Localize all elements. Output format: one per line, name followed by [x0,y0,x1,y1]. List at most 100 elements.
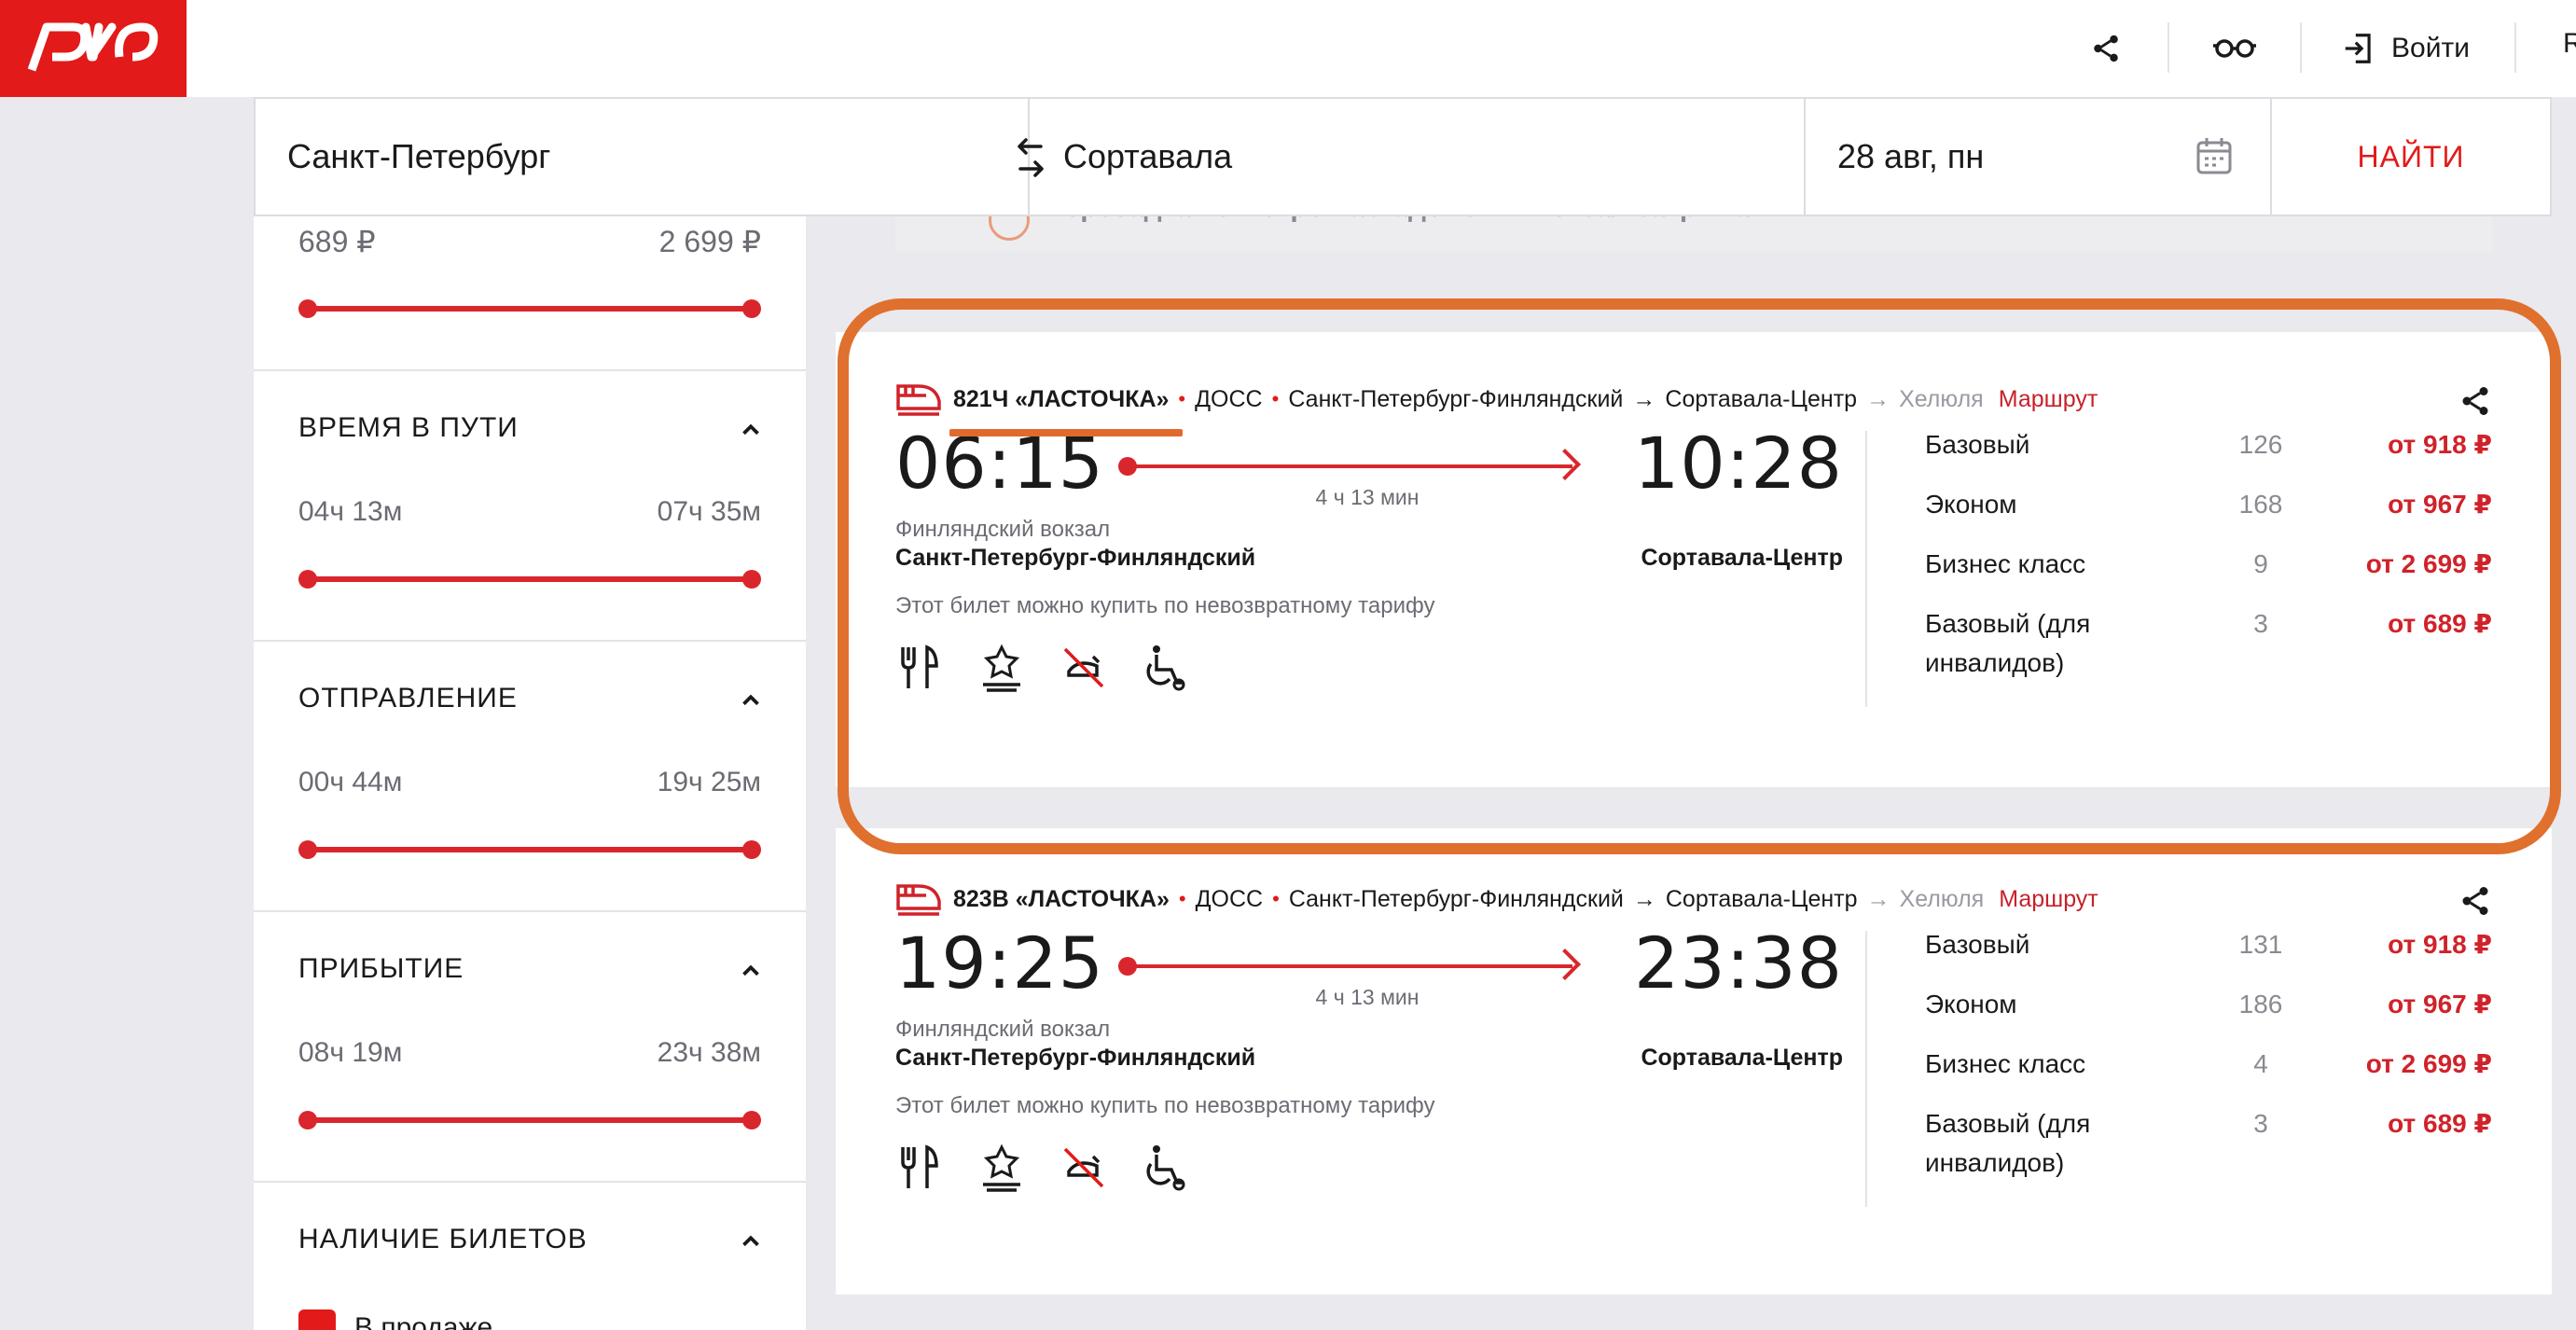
class-row[interactable]: Базовый (для инвалидов) 3 от 689 ₽ [1925,1104,2492,1183]
class-price[interactable]: от 689 ₽ [2289,1104,2492,1143]
login-button[interactable]: Войти [2341,26,2470,71]
arrival-slider[interactable] [298,1111,761,1129]
class-seats: 131 [2238,930,2283,959]
train-card[interactable]: 823В «ЛАСТОЧКА» • ДОСС • Санкт-Петербург… [836,828,2552,1295]
arrival-time: 23:38 [1633,921,1843,1004]
premium-icon[interactable] [977,644,1026,692]
header-divider [2300,22,2302,73]
slider-handle-min[interactable] [298,570,317,589]
range-max: 19ч 25м [657,767,761,797]
class-price[interactable]: от 689 ₽ [2289,604,2492,644]
in-sale-checkbox-row[interactable]: В продаже [298,1309,492,1330]
rzd-logo[interactable] [0,0,187,97]
no-pets-icon[interactable] [1059,644,1108,692]
departure-station: Санкт-Петербург-Финляндский [895,545,1256,571]
slider-handle-min[interactable] [298,1111,317,1129]
notice-text: Пересадка из Метро на Ладожский вокзал з… [1045,216,1750,224]
slider-handle-max[interactable] [742,840,761,859]
train-card[interactable]: 821Ч «ЛАСТОЧКА» • ДОСС • Санкт-Петербург… [836,332,2552,802]
from-field[interactable]: Санкт-Петербург [256,99,1030,215]
class-price[interactable]: от 918 ₽ [2289,925,2492,964]
departure-slider[interactable] [298,840,761,859]
results-list: Пересадка из Метро на Ладожский вокзал з… [836,216,2552,1330]
class-price[interactable]: от 967 ₽ [2289,985,2492,1024]
class-seats: 9 [2253,549,2268,578]
share-icon[interactable] [2458,384,2492,418]
class-name: Бизнес класс [1925,1049,2086,1078]
departure-station: Санкт-Петербург-Финляндский [895,1045,1256,1071]
date-field[interactable]: 28 авг, пн [1806,99,2272,215]
glasses-icon[interactable] [2212,26,2257,71]
wheelchair-icon[interactable] [1142,1143,1190,1192]
class-row[interactable]: Базовый (для инвалидов) 3 от 689 ₽ [1925,604,2492,683]
class-row[interactable]: Эконом 168 от 967 ₽ [1925,485,2492,524]
chevron-up-icon[interactable] [737,686,765,714]
price-range-values: 689 ₽ 2 699 ₽ [298,224,761,259]
class-seats: 3 [2253,1109,2268,1138]
route-link[interactable]: Маршрут [1999,386,2098,413]
class-price[interactable]: от 967 ₽ [2289,485,2492,524]
filter-title-departure[interactable]: ОТПРАВЛЕНИЕ [298,683,518,714]
chevron-up-icon[interactable] [737,957,765,985]
class-row[interactable]: Бизнес класс 9 от 2 699 ₽ [1925,545,2492,584]
class-seats: 126 [2238,430,2283,459]
slider-handle-min[interactable] [298,299,317,318]
class-row[interactable]: Базовый 131 от 918 ₽ [1925,925,2492,964]
class-price[interactable]: от 2 699 ₽ [2289,1045,2492,1084]
price-slider[interactable] [298,299,761,318]
restaurant-icon[interactable] [895,1143,944,1192]
rzd-logo-mark [27,22,159,72]
arrival-station: Сортавала-Центр [1641,545,1843,571]
class-row[interactable]: Базовый 126 от 918 ₽ [1925,425,2492,464]
restaurant-icon[interactable] [895,644,944,692]
route-link[interactable]: Маршрут [1999,886,2098,913]
language-switcher[interactable]: R [2563,28,2576,60]
class-row[interactable]: Эконом 186 от 967 ₽ [1925,985,2492,1024]
chevron-up-icon[interactable] [737,1227,765,1255]
card-divider [1865,931,1867,1207]
header-divider [2167,22,2169,73]
journey-line [1118,949,1581,980]
arrow-right-icon: → [1866,385,1890,412]
premium-icon[interactable] [977,1143,1026,1192]
class-price[interactable]: от 918 ₽ [2289,425,2492,464]
departure-time: 19:25 [895,921,1105,1004]
filter-title-tickets[interactable]: НАЛИЧИЕ БИЛЕТОВ [298,1224,588,1255]
filter-divider [254,1181,806,1183]
to-field[interactable]: Сортавала [1030,99,1806,215]
class-list: Базовый 131 от 918 ₽ Эконом 186 от 967 ₽ Биз… [1925,925,2492,1203]
filter-divider [254,640,806,642]
info-icon [989,216,1030,241]
no-pets-icon[interactable] [1059,1143,1108,1192]
in-sale-checkbox[interactable] [298,1309,336,1330]
train-number[interactable]: 823В «ЛАСТОЧКА» [953,886,1170,913]
travel-time-slider[interactable] [298,570,761,589]
filter-title-travel-time[interactable]: ВРЕМЯ В ПУТИ [298,412,519,444]
price-max: 2 699 ₽ [658,225,761,258]
class-price[interactable]: от 2 699 ₽ [2289,545,2492,584]
slider-handle-max[interactable] [742,299,761,318]
class-seats: 186 [2238,990,2283,1018]
slider-handle-min[interactable] [298,840,317,859]
train-icon [896,384,941,416]
route-final: Хелюля [1899,885,1985,912]
slider-handle-max[interactable] [742,1111,761,1129]
class-name: Базовый [1925,930,2030,959]
filter-title-arrival[interactable]: ПРИБЫТИЕ [298,953,464,985]
chevron-up-icon[interactable] [737,416,765,444]
slider-handle-max[interactable] [742,570,761,589]
class-seats: 4 [2253,1049,2268,1078]
separator-dot: • [1272,887,1280,910]
duration: 4 ч 13 мин [1315,985,1420,1009]
carrier: ДОСС [1195,885,1264,912]
class-seats: 168 [2238,490,2283,519]
train-number[interactable]: 821Ч «ЛАСТОЧКА» [953,386,1169,413]
share-icon[interactable] [2084,26,2128,71]
share-icon[interactable] [2458,884,2492,918]
notice-banner[interactable]: Пересадка из Метро на Ладожский вокзал з… [895,216,2492,252]
find-button[interactable]: НАЙТИ [2272,99,2550,215]
class-row[interactable]: Бизнес класс 4 от 2 699 ₽ [1925,1045,2492,1084]
wheelchair-icon[interactable] [1142,644,1190,692]
in-sale-label: В продаже [354,1312,493,1330]
range-min: 00ч 44м [298,767,403,797]
